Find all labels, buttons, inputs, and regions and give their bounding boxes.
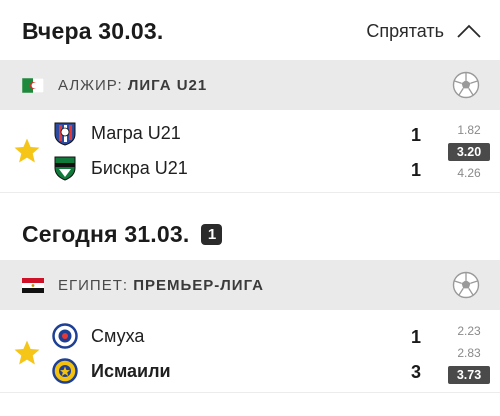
team-logo-icon [52,358,78,384]
football-icon [452,71,480,99]
football-icon [452,271,480,299]
team-logo-icon [54,156,76,181]
home-team: Смуха [52,321,144,351]
day-title: Вчера 30.03. [22,17,164,44]
chevron-up-icon [457,24,481,38]
home-score: 1 [410,125,421,145]
away-score: 1 [410,160,421,180]
away-score: 3 [410,362,421,382]
team-name: Магра U21 [91,122,181,143]
star-icon[interactable] [13,137,41,165]
team-logo-icon [54,122,76,146]
odd-away[interactable]: 3.73 [448,366,490,384]
odd-home[interactable]: 2.23 [448,322,490,340]
league-name: ЛИГА U21 [127,76,208,94]
hide-button[interactable]: Спрятать [366,2,482,60]
match-row[interactable]: Смуха Исмаили 1 3 2.23 2.83 3.73 [0,311,500,393]
away-team: Исмаили [52,356,171,386]
league-country: ЕГИПЕТ: [58,276,134,294]
odd-home[interactable]: 1.82 [448,121,490,139]
star-icon[interactable] [13,339,41,367]
egypt-flag-icon [22,277,44,293]
day-header-today: Сегодня 31.03. 1 [0,205,500,263]
league-name: ПРЕМЬЕР-ЛИГА [133,276,264,294]
team-name: Бискра U21 [91,157,188,178]
day-header-yesterday: Вчера 30.03. Спрятать [0,2,500,60]
day-title: Сегодня 31.03. [22,220,190,247]
league-header-algeria[interactable]: АЛЖИР: ЛИГА U21 [0,60,500,110]
algeria-flag-icon [22,77,44,93]
league-title: АЛЖИР: ЛИГА U21 [58,77,207,94]
hide-label: Спрятать [366,20,444,41]
odd-away[interactable]: 4.26 [448,164,490,182]
league-header-egypt[interactable]: ЕГИПЕТ: ПРЕМЬЕР-ЛИГА [0,260,500,310]
team-logo-icon [52,323,78,349]
home-team: Магра U21 [52,118,181,148]
team-name: Исмаили [91,360,171,381]
match-row[interactable]: Магра U21 Бискра U21 1 1 1.82 3.20 4.26 [0,111,500,193]
odd-draw[interactable]: 2.83 [448,344,490,362]
match-count-badge: 1 [201,223,223,245]
home-score: 1 [410,327,421,347]
away-team: Бискра U21 [52,153,188,183]
league-title: ЕГИПЕТ: ПРЕМЬЕР-ЛИГА [58,277,264,294]
odd-draw[interactable]: 3.20 [448,143,490,161]
team-name: Смуха [91,325,145,346]
league-country: АЛЖИР: [58,76,128,94]
